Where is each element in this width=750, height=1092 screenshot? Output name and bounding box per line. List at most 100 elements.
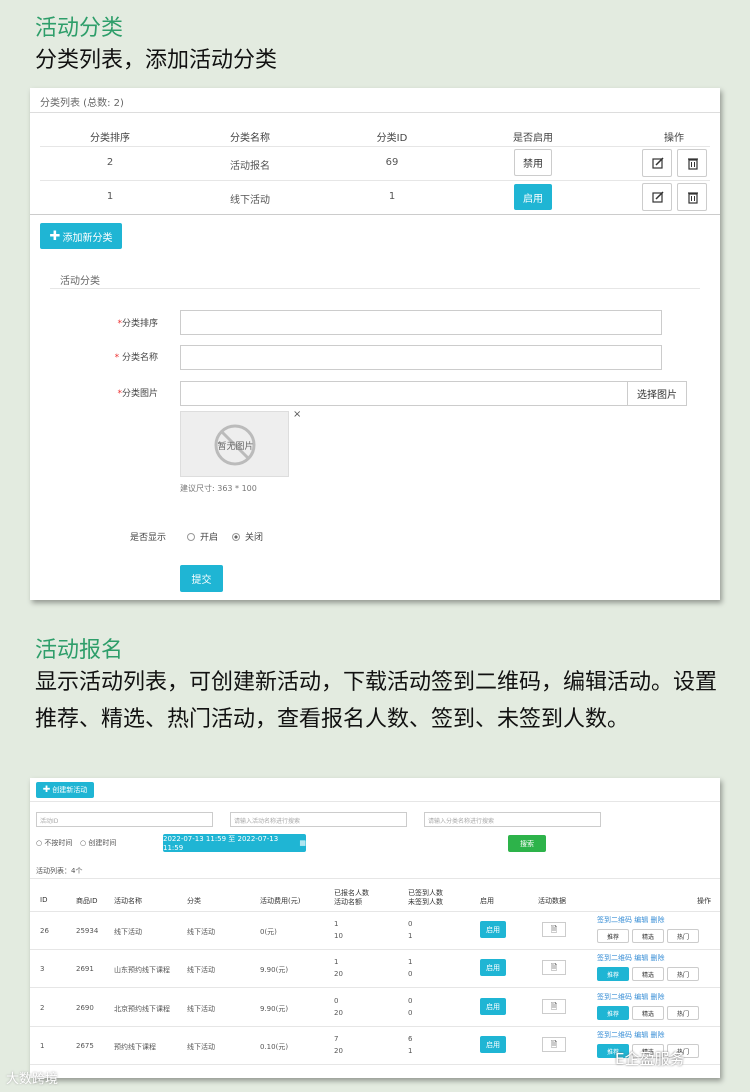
name-input[interactable] <box>180 345 662 370</box>
submit-button[interactable]: 提交 <box>180 565 223 592</box>
quota-count: 20 <box>334 1009 343 1017</box>
data-export-icon[interactable]: 🗎 <box>542 1037 566 1052</box>
col-name: 分类名称 <box>230 133 270 144</box>
unchecked-count: 0 <box>408 1009 413 1017</box>
activity-id: 26 <box>40 927 49 935</box>
radio-on[interactable]: 开启 <box>187 530 218 543</box>
unchecked-count: 1 <box>408 1047 413 1055</box>
ops-links[interactable]: 签到二维码 编辑 删除 <box>597 915 664 925</box>
radio-create-time[interactable]: ○ 创建时间 <box>80 838 116 848</box>
activity-fee: 0(元) <box>260 928 277 936</box>
calendar-icon: ▦ <box>299 839 306 847</box>
col-checkin: 已签到人数 未签到人数 <box>408 889 443 906</box>
enable-button[interactable]: 启用 <box>480 998 506 1015</box>
data-export-icon[interactable]: 🗎 <box>542 999 566 1014</box>
order-input[interactable] <box>180 310 662 335</box>
row-name: 活动报名 <box>230 161 270 172</box>
trash-icon[interactable] <box>677 183 707 211</box>
ops-btn-1[interactable]: 精选 <box>632 1006 664 1020</box>
col-signed-quota: 已报名人数 活动名额 <box>334 889 369 906</box>
activity-fee: 9.90(元) <box>260 966 289 974</box>
category-panel: 分类列表 (总数: 2) 分类排序 分类名称 分类ID 是否启用 操作 2 活动… <box>30 88 720 600</box>
unchecked-count: 0 <box>408 970 413 978</box>
date-range-picker[interactable]: 2022-07-13 11:59 至 2022-07-13 11:59 ▦ <box>163 834 306 852</box>
image-path-input[interactable] <box>180 381 628 406</box>
radio-circle[interactable] <box>187 532 195 541</box>
col-enabled: 是否启用 <box>513 133 553 144</box>
disable-button[interactable]: 禁用 <box>514 149 552 176</box>
ops-btn-1[interactable]: 精选 <box>632 929 664 943</box>
ops-btn-0[interactable]: 推荐 <box>597 1006 629 1020</box>
remove-image-icon[interactable]: × <box>293 409 301 420</box>
ops-links[interactable]: 签到二维码 编辑 删除 <box>597 1030 664 1040</box>
edit-icon[interactable] <box>642 149 672 177</box>
activity-name: 北京预约线下课程 <box>114 1005 170 1013</box>
add-category-button[interactable]: ✚ 添加新分类 <box>40 223 122 249</box>
search-button[interactable]: 搜索 <box>508 835 546 852</box>
goods-id: 2675 <box>76 1042 94 1050</box>
activity-name: 线下活动 <box>114 928 142 936</box>
ops-btn-1[interactable]: 精选 <box>632 967 664 981</box>
choose-image-button[interactable]: 选择图片 <box>627 381 687 406</box>
radio-off[interactable]: 关闭 <box>232 530 263 543</box>
col-actions: 操作 <box>664 133 684 144</box>
ops-links[interactable]: 签到二维码 编辑 删除 <box>597 992 664 1002</box>
col-activity-name: 活动名称 <box>114 897 142 905</box>
goods-id: 2691 <box>76 965 94 973</box>
col-goods-id: 商品ID <box>76 897 98 905</box>
image-preview: 暂无图片 <box>180 411 289 477</box>
goods-id: 25934 <box>76 927 99 935</box>
col-category: 分类 <box>187 897 201 905</box>
ops-btn-2[interactable]: 热门 <box>667 967 699 981</box>
size-hint: 建议尺寸: 363 * 100 <box>180 484 257 493</box>
activity-panel: ✚ 创建新活动 活动ID 请输入活动名称进行搜索 请输入分类名称进行搜索 ○ 不按… <box>30 778 720 1078</box>
watermark-left: 大数跨境 <box>6 1072 59 1087</box>
activity-id-input[interactable]: 活动ID <box>36 812 213 827</box>
ops-btn-0[interactable]: 推荐 <box>597 967 629 981</box>
checked-count: 6 <box>408 1035 413 1043</box>
add-category-label: 添加新分类 <box>62 232 113 244</box>
enable-button[interactable]: 启用 <box>480 959 506 976</box>
data-export-icon[interactable]: 🗎 <box>542 960 566 975</box>
radio-circle-checked[interactable] <box>232 532 240 541</box>
checked-count: 0 <box>408 997 413 1005</box>
trash-icon[interactable] <box>677 149 707 177</box>
activity-name: 山东预约线下课程 <box>114 966 170 974</box>
create-activity-button[interactable]: ✚ 创建新活动 <box>36 782 94 798</box>
radio-no-time[interactable]: ○ 不按时间 <box>36 838 72 848</box>
col-enable: 启用 <box>480 897 494 905</box>
data-export-icon[interactable]: 🗎 <box>542 922 566 937</box>
activity-name-input[interactable]: 请输入活动名称进行搜索 <box>230 812 407 827</box>
enable-button[interactable]: 启用 <box>480 921 506 938</box>
category-name-input[interactable]: 请输入分类名称进行搜索 <box>424 812 601 827</box>
checked-count: 0 <box>408 920 413 928</box>
activity-category: 线下活动 <box>187 966 215 974</box>
enable-button[interactable]: 启用 <box>514 184 552 210</box>
row-name: 线下活动 <box>230 195 270 206</box>
activity-category: 线下活动 <box>187 1005 215 1013</box>
activity-id: 3 <box>40 965 45 973</box>
row-order: 1 <box>106 191 114 202</box>
activity-name: 预约线下课程 <box>114 1043 156 1051</box>
ops-btn-2[interactable]: 热门 <box>667 929 699 943</box>
checked-count: 1 <box>408 958 413 966</box>
unchecked-count: 1 <box>408 932 413 940</box>
activity-id: 1 <box>40 1042 45 1050</box>
form-title: 活动分类 <box>60 276 100 287</box>
ops-btn-0[interactable]: 推荐 <box>597 929 629 943</box>
ops-links[interactable]: 签到二维码 编辑 删除 <box>597 953 664 963</box>
activity-fee: 0.10(元) <box>260 1043 289 1051</box>
ops-btn-2[interactable]: 热门 <box>667 1006 699 1020</box>
category-list-header: 分类列表 (总数: 2) <box>40 98 124 109</box>
col-fee: 活动费用(元) <box>260 897 301 905</box>
section-title-category: 活动分类 <box>35 16 124 41</box>
edit-icon[interactable] <box>642 183 672 211</box>
plus-icon: ✚ <box>42 785 51 795</box>
label-name: * 分类名称 <box>114 353 158 363</box>
quota-count: 20 <box>334 970 343 978</box>
no-image-text: 暂无图片 <box>217 442 254 452</box>
enable-button[interactable]: 启用 <box>480 1036 506 1053</box>
activity-fee: 9.90(元) <box>260 1005 289 1013</box>
signed-count: 1 <box>334 958 339 966</box>
activity-category: 线下活动 <box>187 928 215 936</box>
